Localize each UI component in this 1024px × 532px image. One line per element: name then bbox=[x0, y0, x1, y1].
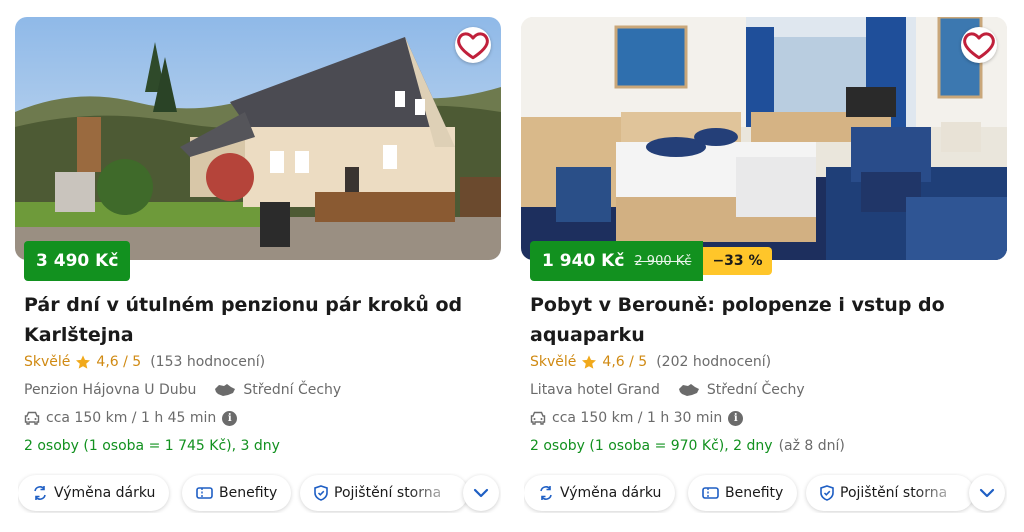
exchange-icon bbox=[540, 486, 552, 500]
shield-icon bbox=[820, 485, 834, 501]
rating-score: 4,6 / 5 bbox=[96, 354, 142, 370]
region-label: Střední Čechy bbox=[243, 382, 342, 398]
heart-outline-icon bbox=[963, 32, 995, 60]
chip-benefits[interactable]: Benefity bbox=[688, 475, 798, 511]
car-icon bbox=[530, 411, 546, 425]
hotel-name: Litava hotel Grand bbox=[530, 382, 660, 398]
price-box: 3 490 Kč bbox=[24, 241, 131, 281]
offer-card[interactable]: 3 490 Kč Pár dní v útulném penzionu pár … bbox=[15, 17, 501, 527]
rating-row: Skvělé 4,6 / 5 (153 hodnocení) bbox=[24, 354, 265, 370]
drive-distance: cca 150 km / 1 h 45 min bbox=[46, 410, 217, 426]
star-icon bbox=[76, 355, 91, 369]
region-label: Střední Čechy bbox=[706, 382, 805, 398]
location-row: Litava hotel Grand Střední Čechy bbox=[530, 382, 805, 398]
info-icon[interactable]: i bbox=[728, 410, 744, 426]
drive-row: cca 150 km / 1 h 30 min i bbox=[530, 410, 744, 426]
feature-chips: Výměna dárku Benefity Pojištění storna bbox=[524, 473, 1007, 513]
rating-score: 4,6 / 5 bbox=[602, 354, 648, 370]
price-current: 3 490 Kč bbox=[36, 251, 119, 271]
rating-count: (153 hodnocení) bbox=[150, 354, 266, 370]
more-chips-button[interactable] bbox=[969, 475, 1005, 511]
shield-icon bbox=[314, 485, 328, 501]
chip-label: Výměna dárku bbox=[54, 485, 156, 501]
region: Střední Čechy bbox=[214, 382, 341, 398]
persons-text: 2 osoby (1 osoba = 970 Kč), 2 dny bbox=[530, 438, 773, 454]
hotel-name: Penzion Hájovna U Dubu bbox=[24, 382, 197, 398]
drive-distance: cca 150 km / 1 h 30 min bbox=[552, 410, 723, 426]
discount-badge: −33 % bbox=[703, 247, 772, 275]
star-icon bbox=[582, 355, 597, 369]
chip-benefits[interactable]: Benefity bbox=[182, 475, 292, 511]
cottage-photo[interactable] bbox=[15, 17, 501, 260]
location-row: Penzion Hájovna U Dubu Střední Čechy bbox=[24, 382, 341, 398]
persons-extra: (až 8 dní) bbox=[778, 438, 845, 454]
czech-map-icon bbox=[215, 384, 236, 396]
chip-label: Výměna dárku bbox=[560, 485, 662, 501]
rating-count: (202 hodnocení) bbox=[656, 354, 772, 370]
offer-title[interactable]: Pár dní v útulném penzionu pár kroků od … bbox=[24, 290, 464, 350]
chevron-down-icon bbox=[979, 488, 995, 498]
chip-gift-exchange[interactable]: Výměna dárku bbox=[524, 475, 676, 511]
price-tag: 1 940 Kč 2 900 Kč −33 % bbox=[530, 241, 772, 281]
heart-outline-icon bbox=[457, 32, 489, 60]
car-icon bbox=[24, 411, 40, 425]
chip-insurance[interactable]: Pojištění storna bbox=[806, 475, 974, 511]
price-tag: 3 490 Kč bbox=[24, 241, 131, 281]
ticket-icon bbox=[196, 487, 213, 499]
persons-row: 2 osoby (1 osoba = 970 Kč), 2 dny (až 8 d… bbox=[530, 438, 845, 454]
ticket-icon bbox=[702, 487, 719, 499]
persons-row: 2 osoby (1 osoba = 1 745 Kč), 3 dny bbox=[24, 438, 286, 454]
chip-gift-exchange[interactable]: Výměna dárku bbox=[18, 475, 170, 511]
rating-word: Skvělé bbox=[24, 354, 71, 370]
more-chips-button[interactable] bbox=[463, 475, 499, 511]
chip-insurance[interactable]: Pojištění storna bbox=[300, 475, 468, 511]
exchange-icon bbox=[34, 486, 46, 500]
price-box: 1 940 Kč 2 900 Kč bbox=[530, 241, 704, 281]
rating-row: Skvělé 4,6 / 5 (202 hodnocení) bbox=[530, 354, 771, 370]
feature-chips: Výměna dárku Benefity Pojištění storna bbox=[18, 473, 501, 513]
persons-text: 2 osoby (1 osoba = 1 745 Kč), 3 dny bbox=[24, 438, 280, 454]
offer-title[interactable]: Pobyt v Berouně: polopenze i vstup do aq… bbox=[530, 290, 970, 350]
region: Střední Čechy bbox=[678, 382, 805, 398]
czech-map-icon bbox=[678, 384, 699, 396]
chip-label: Benefity bbox=[725, 485, 784, 501]
info-icon[interactable]: i bbox=[222, 410, 238, 426]
chip-label: Benefity bbox=[219, 485, 278, 501]
offer-card[interactable]: 1 940 Kč 2 900 Kč −33 % Pobyt v Berouně:… bbox=[521, 17, 1007, 527]
favorite-button[interactable] bbox=[455, 27, 491, 63]
rating-word: Skvělé bbox=[530, 354, 577, 370]
chip-fade bbox=[408, 475, 468, 511]
price-current: 1 940 Kč bbox=[542, 251, 625, 271]
chevron-down-icon bbox=[473, 488, 489, 498]
hotel-room-photo[interactable] bbox=[521, 17, 1007, 260]
favorite-button[interactable] bbox=[961, 27, 997, 63]
price-original: 2 900 Kč bbox=[634, 253, 692, 269]
drive-row: cca 150 km / 1 h 45 min i bbox=[24, 410, 238, 426]
chip-fade bbox=[914, 475, 974, 511]
